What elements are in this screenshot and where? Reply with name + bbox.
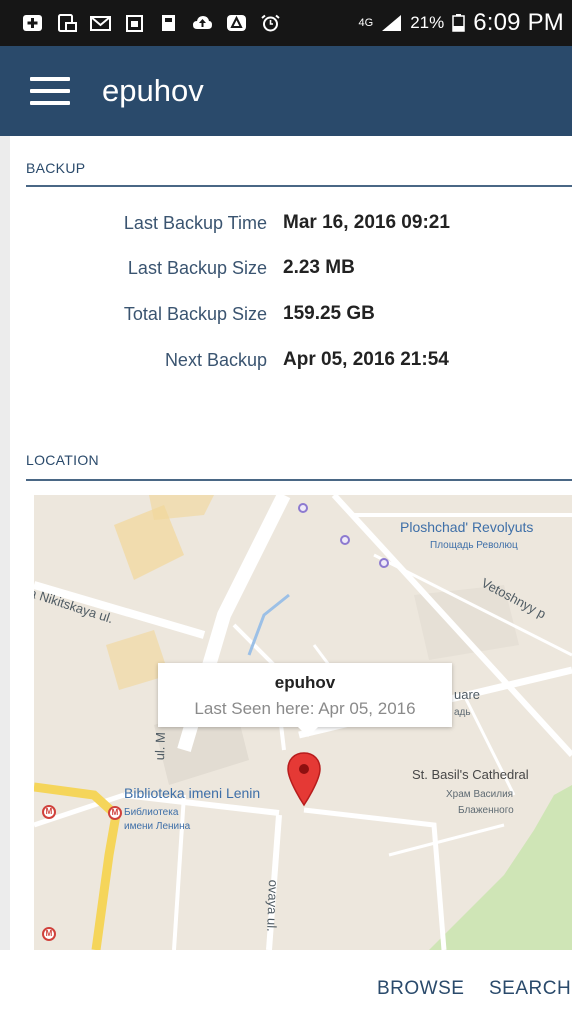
last-backup-time-row: Last Backup Time Mar 16, 2016 09:21	[26, 208, 572, 238]
battery-icon	[452, 14, 465, 32]
search-button[interactable]: SEARCH	[489, 978, 571, 1000]
poi-marker[interactable]	[379, 558, 389, 568]
map-label-basil-ru2: Блаженного	[458, 805, 514, 816]
hamburger-menu-icon[interactable]	[30, 77, 70, 105]
location-divider	[26, 479, 572, 481]
metro-icon: M	[42, 805, 56, 819]
location-map[interactable]: Ploshchad' Revolyuts Площадь Революц a N…	[34, 495, 572, 950]
next-backup-row: Next Backup Apr 05, 2016 21:54	[26, 345, 572, 375]
clock: 6:09 PM	[473, 9, 564, 36]
map-label-square: uare	[454, 687, 481, 702]
calendar-icon	[124, 14, 145, 32]
map-label-ploshchad-ru: Площадь Революц	[430, 540, 518, 551]
cloud-upload-icon	[192, 14, 213, 32]
kv-label: Total Backup Size	[123, 303, 267, 324]
app-title: epuhov	[102, 73, 204, 108]
kv-label: Last Backup Size	[127, 257, 267, 278]
poi-marker[interactable]	[340, 535, 350, 545]
map-label-basil-en: St. Basil's Cathedral	[412, 767, 529, 782]
metro-icon: M	[42, 927, 56, 941]
bottom-action-bar: BROWSE SEARCH	[0, 950, 572, 1023]
signal-icon	[381, 14, 402, 32]
screenshot-icon	[56, 14, 77, 32]
map-label-ploshchad-en: Ploshchad' Revolyuts	[400, 519, 534, 535]
poi-marker[interactable]	[298, 503, 308, 513]
backup-divider	[26, 185, 572, 187]
map-label-library-ru2: имени Ленина	[124, 821, 191, 832]
kv-label: Last Backup Time	[123, 212, 267, 233]
map-label-basil-ru1: Храм Василия	[446, 789, 514, 800]
map-label-square-ru: адь	[454, 707, 471, 718]
app-bar: epuhov	[0, 46, 572, 136]
kv-value: Mar 16, 2016 09:21	[283, 212, 450, 233]
map-label-street-m: ul. M	[152, 731, 168, 761]
battery-percent: 21%	[410, 13, 445, 32]
map-label-street-vaya: ovaya ul.	[264, 879, 281, 933]
kv-value: 159.25 GB	[283, 303, 375, 324]
metro-icon: M	[108, 806, 122, 820]
info-window-title: epuhov	[274, 673, 336, 692]
map-info-window[interactable]: epuhov Last Seen here: Apr 05, 2016	[158, 663, 452, 737]
acrobat-icon	[226, 14, 247, 32]
kv-value: 2.23 MB	[283, 257, 355, 278]
total-backup-size-row: Total Backup Size 159.25 GB	[26, 299, 572, 329]
location-pin-icon[interactable]	[286, 751, 322, 807]
sd-card-icon	[158, 14, 179, 32]
last-backup-size-row: Last Backup Size 2.23 MB	[26, 253, 572, 283]
network-type-label: 4G	[358, 17, 374, 29]
info-window-subtitle: Last Seen here: Apr 05, 2016	[194, 699, 416, 718]
add-notification-icon	[22, 14, 43, 32]
alarm-icon	[260, 14, 281, 32]
status-notification-icons	[22, 14, 281, 32]
map-label-library-ru1: Библиотека	[124, 807, 179, 818]
backup-section-header: BACKUP	[26, 160, 86, 176]
location-section-header: LOCATION	[26, 452, 99, 468]
status-right-group: 4G 21% 6:09 PM	[359, 9, 565, 37]
email-icon	[90, 14, 111, 32]
status-bar: 4G 21% 6:09 PM	[0, 0, 572, 46]
kv-label: Next Backup	[164, 349, 267, 370]
kv-value: Apr 05, 2016 21:54	[283, 349, 449, 370]
browse-button[interactable]: BROWSE	[377, 978, 464, 1000]
map-label-library-en: Biblioteka imeni Lenin	[124, 785, 261, 801]
